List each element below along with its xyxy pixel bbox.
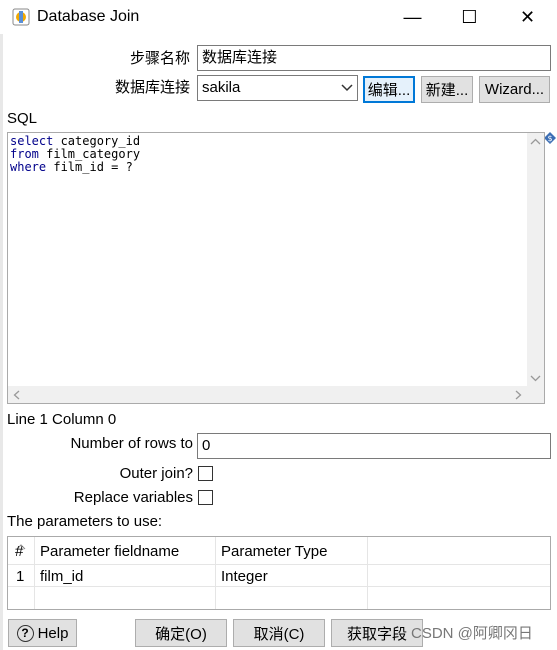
new-connection-button[interactable]: 新建...	[421, 76, 473, 103]
outer-join-label: Outer join?	[119, 465, 193, 482]
help-icon: ?	[16, 624, 34, 642]
minimize-button[interactable]: —	[384, 0, 441, 34]
scroll-down-icon[interactable]	[530, 374, 541, 382]
ok-button[interactable]: 确定(O)	[135, 619, 227, 647]
parameter-fieldname-cell[interactable]: film_id	[40, 568, 83, 585]
sql-text-area[interactable]: select category_id from film_category wh…	[10, 135, 140, 174]
step-name-label: 步骤名称	[129, 50, 190, 67]
table-row[interactable]	[8, 565, 550, 587]
connection-label: 数据库连接	[114, 79, 190, 96]
watermark: CSDN @阿卿冈日	[411, 625, 533, 642]
rows-input[interactable]: 0	[197, 433, 551, 459]
sql-horizontal-scrollbar[interactable]	[8, 386, 527, 403]
connection-select[interactable]: sakila	[197, 75, 358, 101]
maximize-icon: ☐	[461, 6, 478, 27]
svg-text:$: $	[547, 134, 552, 143]
app-icon	[12, 8, 30, 26]
column-header-type[interactable]: Parameter Type	[221, 543, 327, 560]
cancel-button[interactable]: 取消(C)	[233, 619, 325, 647]
get-fields-button[interactable]: 获取字段	[331, 619, 423, 647]
scroll-up-icon[interactable]	[530, 138, 541, 146]
cursor-status: Line 1 Column 0	[7, 411, 117, 428]
title-bar: Database Join — ☐ ✕	[0, 0, 557, 34]
sql-label: SQL	[7, 110, 38, 127]
replace-variables-label: Replace variables	[73, 489, 193, 506]
step-name-input[interactable]: 数据库连接	[197, 45, 551, 71]
scroll-right-icon[interactable]	[514, 390, 522, 400]
variable-diamond-icon: $	[544, 131, 556, 144]
chevron-down-icon	[341, 76, 353, 108]
close-button[interactable]: ✕	[499, 0, 556, 34]
sql-editor[interactable]: select category_id from film_category wh…	[7, 132, 545, 404]
wizard-button[interactable]: Wizard...	[479, 76, 550, 103]
sql-vertical-scrollbar[interactable]	[527, 133, 544, 387]
help-button[interactable]: ? Help	[8, 619, 77, 647]
scrollbar-corner	[527, 386, 544, 403]
window-title: Database Join	[37, 8, 140, 25]
outer-join-checkbox[interactable]	[198, 466, 213, 481]
row-number-cell: 1	[16, 568, 25, 585]
close-icon: ✕	[519, 6, 536, 27]
rows-label: Number of rows to	[70, 435, 193, 452]
minimize-icon: —	[403, 6, 422, 27]
sql-line: where film_id = ?	[10, 160, 133, 174]
left-edge-strip	[0, 0, 3, 650]
replace-variables-checkbox[interactable]	[198, 490, 213, 505]
parameter-type-cell[interactable]: Integer	[221, 568, 268, 585]
edit-connection-button[interactable]: 编辑...	[363, 76, 415, 103]
scroll-left-icon[interactable]	[13, 390, 21, 400]
column-header-number[interactable]: #	[15, 543, 23, 560]
params-label: The parameters to use:	[7, 513, 163, 530]
column-header-fieldname[interactable]: Parameter fieldname	[40, 543, 179, 560]
parameters-table[interactable]: # Parameter fieldname Parameter Type 1 f…	[7, 536, 551, 610]
maximize-button[interactable]: ☐	[441, 0, 498, 34]
